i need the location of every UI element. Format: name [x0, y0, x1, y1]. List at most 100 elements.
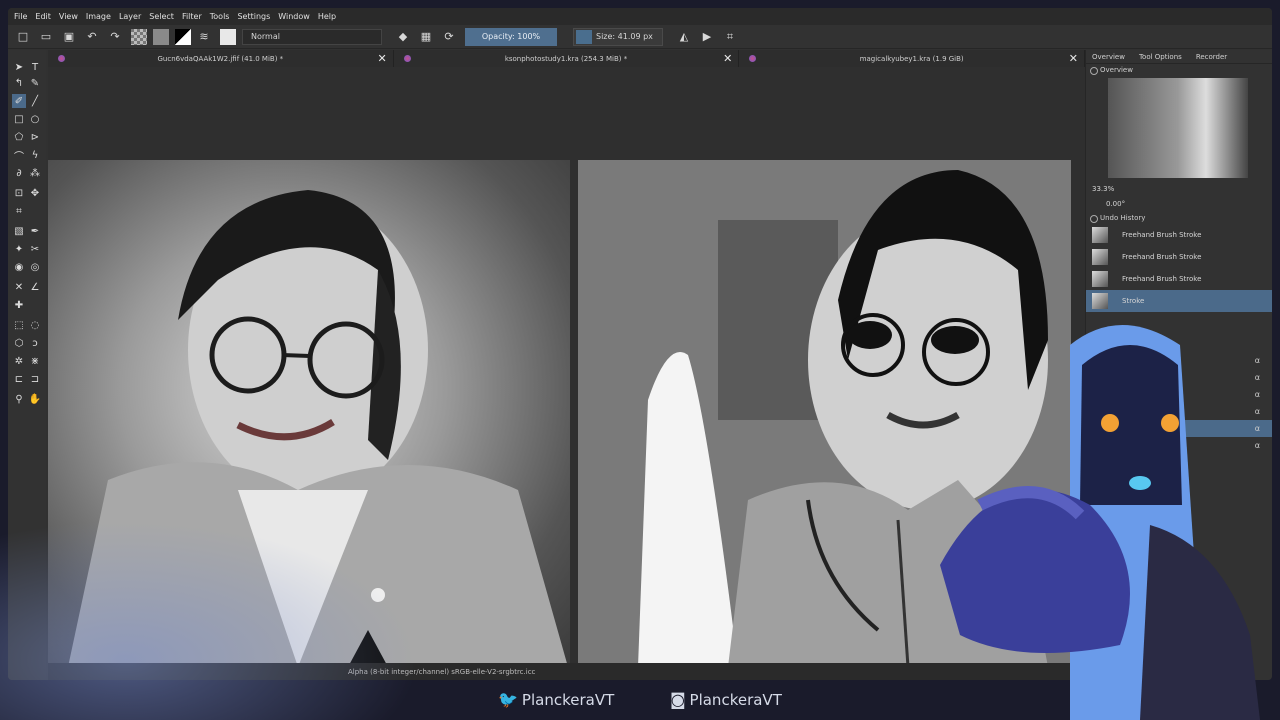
pattern-swatch[interactable]	[131, 28, 147, 45]
krita-doc-icon	[58, 55, 65, 62]
redo-icon[interactable]: ↷	[108, 30, 122, 44]
rotation-value[interactable]: 0.00°	[1106, 200, 1125, 208]
brush-size-slider[interactable]: Size: 41.09 px	[573, 27, 663, 46]
rect-select-tool-icon[interactable]: ⬚	[12, 318, 26, 332]
alpha-lock-icon[interactable]: ▦	[419, 30, 433, 44]
history-item[interactable]: Freehand Brush Stroke	[1086, 268, 1272, 290]
menu-layer[interactable]: Layer	[119, 12, 141, 21]
tab-overview[interactable]: Overview	[1092, 53, 1125, 61]
calligraphy-tool-icon[interactable]: ✎	[28, 76, 42, 90]
multibrush-tool-icon[interactable]: ⁂	[28, 166, 42, 180]
menu-bar: File Edit View Image Layer Select Filter…	[8, 8, 1272, 25]
blend-mode-select[interactable]: Normal	[242, 28, 382, 45]
edit-shapes-tool-icon[interactable]: ↰	[12, 76, 26, 90]
zoom-level[interactable]: 33.3%	[1092, 185, 1114, 193]
tab-label: ksonphotostudy1.kra (254.3 MiB) *	[504, 54, 628, 63]
colorize-mask-tool-icon[interactable]: ✦	[12, 242, 26, 256]
reload-preset-icon[interactable]: ⟳	[442, 30, 456, 44]
polygon-select-tool-icon[interactable]: ⬡	[12, 336, 26, 350]
smart-patch-tool-icon[interactable]: ✂	[28, 242, 42, 256]
line-tool-icon[interactable]: ╱	[28, 94, 42, 108]
menu-file[interactable]: File	[14, 12, 27, 21]
tab-tool-options[interactable]: Tool Options	[1139, 53, 1182, 61]
overview-panel-title: Overview	[1086, 64, 1272, 76]
fill-tool-icon[interactable]: ◉	[12, 260, 26, 274]
menu-select[interactable]: Select	[149, 12, 174, 21]
undo-icon[interactable]: ↶	[85, 30, 99, 44]
transform-tool-icon[interactable]: ⊡	[12, 186, 26, 200]
instagram-handle-text: PlanckeraVT	[689, 690, 782, 709]
tab-label: Gucn6vdaQAAk1W2.jfif (41.0 MiB) *	[157, 54, 284, 63]
zoom-tool-icon[interactable]: ⚲	[12, 392, 26, 406]
twitter-icon: 🐦	[498, 690, 518, 709]
overview-thumbnail[interactable]	[1108, 78, 1248, 178]
history-label: Freehand Brush Stroke	[1122, 231, 1202, 239]
enclose-fill-tool-icon[interactable]: ◎	[28, 260, 42, 274]
contiguous-select-tool-icon[interactable]: ✲	[12, 354, 26, 368]
close-icon[interactable]: ✕	[723, 52, 732, 65]
opacity-slider[interactable]: Opacity: 100%	[465, 27, 557, 46]
menu-settings[interactable]: Settings	[237, 12, 270, 21]
tab-document-3[interactable]: magicalkyubey1.kra (1.9 GiB) ✕	[739, 50, 1086, 67]
similar-select-tool-icon[interactable]: ⋇	[28, 354, 42, 368]
dock-tabs: Overview Tool Options Recorder	[1086, 50, 1272, 64]
tab-document-2[interactable]: ksonphotostudy1.kra (254.3 MiB) * ✕	[394, 50, 740, 67]
eraser-icon[interactable]: ◆	[396, 30, 410, 44]
polyline-tool-icon[interactable]: ⊳	[28, 130, 42, 144]
select-shapes-tool-icon[interactable]: ➤	[12, 60, 26, 74]
magnetic-select-tool-icon[interactable]: ⊐	[28, 372, 42, 386]
polygon-tool-icon[interactable]: ⬠	[12, 130, 26, 144]
freehand-path-tool-icon[interactable]: ϟ	[28, 148, 42, 162]
assistant-tool-icon[interactable]: ✕	[12, 280, 26, 294]
freehand-select-tool-icon[interactable]: ↄ	[28, 336, 42, 350]
history-item[interactable]: Freehand Brush Stroke	[1086, 246, 1272, 268]
color-picker-tool-icon[interactable]: ✒	[28, 224, 42, 238]
wrap-around-icon[interactable]: ▶	[700, 30, 714, 44]
brush-settings-icon[interactable]: ≋	[197, 30, 211, 44]
history-thumb	[1092, 249, 1108, 265]
history-thumb	[1092, 227, 1108, 243]
ellipse-tool-icon[interactable]: ○	[28, 112, 42, 126]
brush-preset-icon[interactable]	[220, 28, 236, 45]
history-label: Stroke	[1122, 297, 1145, 305]
gradient-swatch[interactable]	[153, 28, 169, 45]
gradient-tool-icon[interactable]: ▧	[12, 224, 26, 238]
twitter-handle-text: PlanckeraVT	[521, 690, 615, 709]
pan-tool-icon[interactable]: ✋	[28, 392, 42, 406]
menu-view[interactable]: View	[59, 12, 78, 21]
menu-filter[interactable]: Filter	[182, 12, 202, 21]
krita-doc-icon	[403, 55, 411, 62]
tab-document-1[interactable]: Gucn6vdaQAAk1W2.jfif (41.0 MiB) * ✕	[48, 50, 394, 67]
document-tabs: Gucn6vdaQAAk1W2.jfif (41.0 MiB) * ✕ kson…	[48, 50, 1086, 67]
crop-icon[interactable]: ⌗	[723, 30, 737, 44]
open-folder-icon[interactable]: ▭	[39, 30, 53, 44]
measure-tool-icon[interactable]: ∠	[28, 280, 42, 294]
ellipse-select-tool-icon[interactable]: ◌	[28, 318, 42, 332]
dynamic-brush-tool-icon[interactable]: ∂	[12, 166, 26, 180]
reference-tool-icon[interactable]: ✚	[12, 298, 26, 312]
menu-window[interactable]: Window	[278, 12, 310, 21]
menu-help[interactable]: Help	[318, 12, 336, 21]
close-icon[interactable]: ✕	[1069, 52, 1078, 65]
tab-recorder[interactable]: Recorder	[1196, 53, 1227, 61]
freehand-brush-tool-icon[interactable]: ✐	[12, 94, 26, 108]
close-icon[interactable]: ✕	[377, 52, 386, 65]
menu-edit[interactable]: Edit	[35, 12, 51, 21]
undo-history-title: Undo History	[1086, 212, 1272, 224]
bezier-select-tool-icon[interactable]: ⊏	[12, 372, 26, 386]
mirror-icon[interactable]: ◭	[677, 30, 691, 44]
vtuber-avatar	[940, 325, 1260, 720]
fg-bg-color-swatch[interactable]	[175, 28, 191, 45]
menu-image[interactable]: Image	[86, 12, 111, 21]
text-tool-icon[interactable]: T	[28, 60, 42, 74]
bezier-tool-icon[interactable]: ⌒	[12, 148, 26, 163]
history-thumb	[1092, 271, 1108, 287]
menu-tools[interactable]: Tools	[210, 12, 230, 21]
crop-tool-icon[interactable]: ⌗	[12, 204, 26, 218]
move-tool-icon[interactable]: ✥	[28, 186, 42, 200]
history-item[interactable]: Freehand Brush Stroke	[1086, 224, 1272, 246]
new-document-icon[interactable]: □	[16, 30, 30, 44]
save-icon[interactable]: ▣	[62, 30, 76, 44]
history-label: Freehand Brush Stroke	[1122, 253, 1202, 261]
rectangle-tool-icon[interactable]: □	[12, 112, 26, 126]
